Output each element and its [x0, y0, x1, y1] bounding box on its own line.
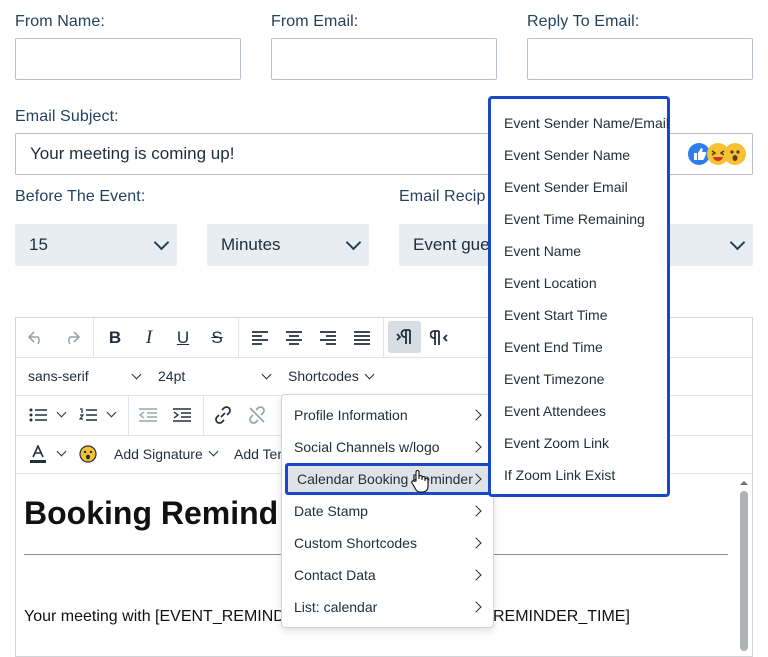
add-signature-button[interactable]: Add Signature	[114, 446, 203, 462]
chevron-right-icon	[470, 441, 482, 453]
from-name-label: From Name:	[15, 13, 105, 30]
before-value-select[interactable]: 15	[15, 224, 177, 266]
submenu-item-timezone[interactable]: Event Timezone	[504, 371, 604, 387]
chevron-down-icon	[208, 446, 219, 457]
before-event-label: Before The Event:	[15, 188, 146, 205]
unit-value: Minutes	[221, 235, 281, 254]
chevron-down-icon[interactable]	[56, 446, 67, 457]
align-left-icon[interactable]	[247, 325, 273, 351]
chevron-down-icon[interactable]	[106, 407, 117, 418]
menu-item-label: Contact Data	[294, 567, 376, 583]
italic-button[interactable]: I	[136, 324, 162, 352]
chevron-right-icon	[470, 409, 482, 421]
menu-item-label: List: calendar	[294, 599, 378, 615]
menu-item-custom-shortcodes[interactable]: Custom Shortcodes	[282, 527, 493, 559]
submenu-item-start-time[interactable]: Event Start Time	[504, 307, 607, 323]
undo-icon[interactable]	[24, 325, 50, 351]
rtl-direction-icon[interactable]	[426, 325, 452, 351]
emoji-icon[interactable]	[76, 442, 100, 466]
menu-item-calendar-booking-reminder[interactable]: Calendar Booking Reminder	[285, 463, 491, 495]
submenu-item-time-remaining[interactable]: Event Time Remaining	[504, 211, 645, 227]
submenu-item-attendees[interactable]: Event Attendees	[504, 403, 606, 419]
chevron-down-icon	[729, 234, 746, 251]
subject-label: Email Subject:	[15, 108, 119, 125]
font-size-select[interactable]: 24pt	[158, 368, 185, 384]
menu-item-label: Calendar Booking Reminder	[297, 471, 473, 487]
chevron-down-icon	[345, 234, 362, 251]
menu-item-date-stamp[interactable]: Date Stamp	[282, 495, 493, 527]
menu-item-list-calendar[interactable]: List: calendar	[282, 591, 493, 623]
align-center-icon[interactable]	[281, 325, 307, 351]
menu-item-profile-information[interactable]: Profile Information	[282, 399, 493, 431]
chevron-right-icon	[470, 537, 482, 549]
chevron-down-icon	[131, 369, 142, 380]
submenu-item-if-zoom-link-exist[interactable]: If Zoom Link Exist	[504, 467, 615, 483]
toolbar-divider	[383, 318, 384, 357]
from-name-input[interactable]	[15, 38, 241, 80]
menu-item-label: Social Channels w/logo	[294, 439, 440, 455]
chevron-right-icon	[470, 569, 482, 581]
indent-icon[interactable]	[170, 403, 194, 427]
submenu-item-event-location[interactable]: Event Location	[504, 275, 597, 291]
submenu-item-sender-name-email[interactable]: Event Sender Name/Email	[504, 115, 669, 131]
submenu-item-sender-email[interactable]: Event Sender Email	[504, 179, 628, 195]
hand-cursor-icon	[411, 469, 429, 498]
toolbar-divider	[128, 395, 129, 435]
surprised-emoji-icon[interactable]	[724, 143, 746, 165]
bold-button[interactable]: B	[102, 324, 128, 352]
unit-select[interactable]: Minutes	[207, 224, 369, 266]
submenu-item-end-time[interactable]: Event End Time	[504, 339, 603, 355]
submenu-item-zoom-link[interactable]: Event Zoom Link	[504, 435, 609, 451]
submenu-item-sender-name[interactable]: Event Sender Name	[504, 147, 630, 163]
menu-item-label: Date Stamp	[294, 503, 368, 519]
toolbar-divider	[203, 395, 204, 435]
outdent-icon[interactable]	[136, 403, 160, 427]
recipients-label: Email Recip	[399, 188, 486, 205]
strikethrough-button[interactable]: S	[204, 324, 230, 352]
menu-item-social-channels[interactable]: Social Channels w/logo	[282, 431, 493, 463]
bullet-list-icon[interactable]	[26, 403, 50, 427]
align-justify-icon[interactable]	[349, 325, 375, 351]
from-email-label: From Email:	[271, 13, 359, 30]
chevron-right-icon	[470, 601, 482, 613]
submenu-item-event-name[interactable]: Event Name	[504, 243, 581, 259]
reply-to-input[interactable]	[527, 38, 753, 80]
reply-to-label: Reply To Email:	[527, 13, 640, 30]
chevron-down-icon	[153, 234, 170, 251]
subject-value: Your meeting is coming up!	[30, 144, 235, 163]
align-right-icon[interactable]	[315, 325, 341, 351]
from-email-input[interactable]	[271, 38, 497, 80]
text-color-icon[interactable]	[26, 442, 50, 466]
calendar-booking-submenu: Event Sender Name/Email Event Sender Nam…	[488, 96, 670, 497]
unlink-icon[interactable]	[245, 403, 269, 427]
chevron-down-icon	[261, 369, 272, 380]
editor-scrollbar[interactable]	[740, 479, 748, 651]
content-paragraph: Your meeting with [EVENT_REMIND	[24, 608, 285, 625]
underline-button[interactable]: U	[170, 324, 196, 352]
menu-item-label: Custom Shortcodes	[294, 535, 417, 551]
menu-item-label: Profile Information	[294, 407, 408, 423]
font-family-select[interactable]: sans-serif	[28, 368, 89, 384]
content-heading: Booking Remind	[24, 495, 279, 531]
numbered-list-icon[interactable]	[76, 403, 100, 427]
toolbar-divider	[238, 318, 239, 357]
toolbar-divider	[93, 318, 94, 357]
ltr-direction-icon[interactable]	[388, 321, 421, 353]
link-icon[interactable]	[211, 403, 235, 427]
chevron-down-icon	[364, 369, 375, 380]
redo-icon[interactable]	[58, 325, 84, 351]
recipients-value: Event gue	[413, 235, 490, 254]
content-paragraph-tail: REMINDER_TIME]	[493, 608, 630, 625]
before-value: 15	[29, 235, 48, 254]
chevron-right-icon	[470, 505, 482, 517]
chevron-down-icon[interactable]	[56, 407, 67, 418]
shortcodes-menu: Profile Information Social Channels w/lo…	[281, 394, 494, 628]
add-template-button[interactable]: Add Ter	[234, 446, 282, 462]
shortcodes-button[interactable]: Shortcodes	[288, 368, 359, 384]
menu-item-contact-data[interactable]: Contact Data	[282, 559, 493, 591]
